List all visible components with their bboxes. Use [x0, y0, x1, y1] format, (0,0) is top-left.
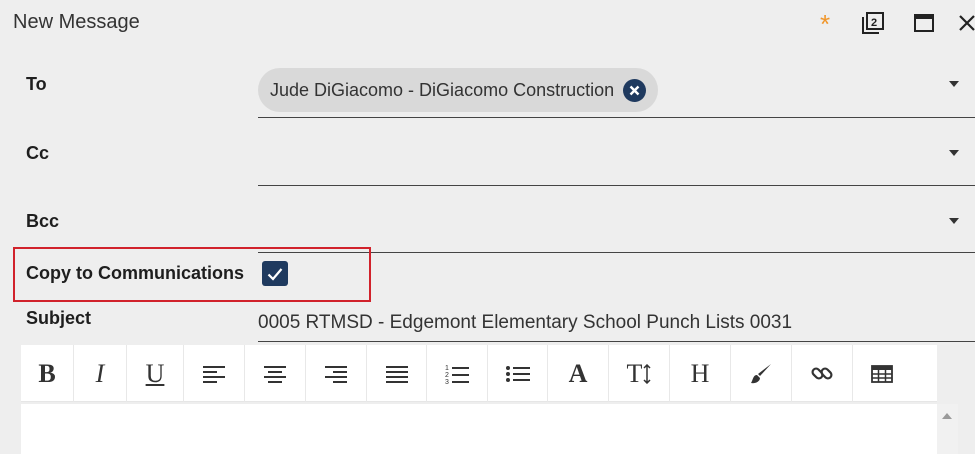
table-icon[interactable]	[853, 345, 911, 402]
align-left-icon[interactable]	[184, 345, 245, 402]
cc-label: Cc	[26, 143, 50, 163]
scroll-up-icon[interactable]	[942, 413, 952, 419]
cc-field-underline[interactable]	[258, 185, 975, 186]
unsaved-asterisk-icon: *	[819, 8, 831, 39]
bcc-dropdown-icon[interactable]	[949, 218, 959, 224]
svg-text:2: 2	[445, 372, 449, 379]
numbered-list-icon[interactable]: 1 2 3	[427, 345, 488, 402]
restore-window-icon[interactable]: 2	[858, 8, 888, 38]
bold-glyph: B	[38, 358, 56, 388]
recipient-chip[interactable]: Jude DiGiacomo - DiGiacomo Construction	[258, 68, 658, 112]
to-field-underline	[258, 117, 975, 118]
editor-toolbar: B I U 1 2 3 A T H	[21, 345, 937, 402]
window-title: New Message	[13, 11, 140, 33]
font-size-icon[interactable]: T	[609, 345, 670, 402]
editor-scrollbar[interactable]	[937, 404, 958, 454]
to-label: To	[26, 74, 47, 94]
recipient-name: Jude DiGiacomo - DiGiacomo Construction	[270, 79, 615, 100]
bulleted-list-icon[interactable]	[488, 345, 548, 402]
paint-brush-icon[interactable]	[731, 345, 792, 402]
align-center-icon[interactable]	[245, 345, 306, 402]
justify-icon[interactable]	[367, 345, 427, 402]
subject-input[interactable]: 0005 RTMSD - Edgemont Elementary School …	[258, 312, 792, 334]
underline-icon[interactable]: U	[127, 345, 184, 402]
cc-dropdown-icon[interactable]	[949, 150, 959, 156]
svg-text:1: 1	[445, 365, 449, 372]
italic-icon[interactable]: I	[74, 345, 127, 402]
bcc-label: Bcc	[26, 211, 60, 231]
heading-glyph: H	[690, 358, 710, 388]
copy-to-communications-checkbox[interactable]	[262, 261, 288, 286]
maximize-icon[interactable]	[910, 8, 938, 38]
font-color-icon[interactable]: A	[548, 345, 609, 402]
link-icon[interactable]	[792, 345, 853, 402]
subject-field-underline	[258, 341, 975, 342]
remove-recipient-icon[interactable]	[623, 79, 646, 102]
align-right-icon[interactable]	[306, 345, 367, 402]
heading-icon[interactable]: H	[670, 345, 731, 402]
font-size-glyph: T	[626, 358, 643, 388]
italic-glyph: I	[95, 358, 105, 388]
font-color-glyph: A	[568, 358, 588, 388]
close-icon[interactable]	[955, 8, 975, 38]
svg-text:3: 3	[445, 379, 449, 385]
copy-to-communications-label: Copy to Communications	[26, 263, 245, 283]
subject-label: Subject	[26, 308, 92, 328]
to-dropdown-icon[interactable]	[949, 81, 959, 87]
underline-glyph: U	[145, 358, 165, 388]
bold-icon[interactable]: B	[21, 345, 74, 402]
svg-text:2: 2	[871, 17, 877, 29]
message-body-editor[interactable]	[21, 404, 937, 454]
